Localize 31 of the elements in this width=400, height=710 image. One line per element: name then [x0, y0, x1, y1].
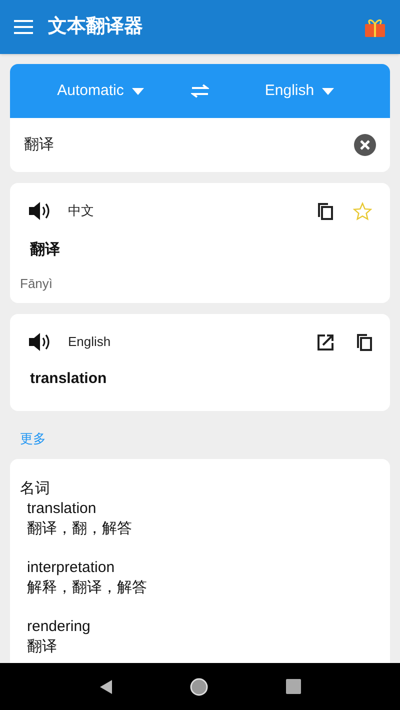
clear-icon[interactable] — [354, 134, 376, 156]
open-external-icon[interactable] — [317, 334, 334, 350]
language-label: 中文 — [68, 202, 94, 220]
source-language-dropdown[interactable]: Automatic — [10, 80, 191, 102]
caret-icon — [322, 88, 334, 94]
part-of-speech: 名词 — [20, 479, 51, 499]
source-text: 翻译 — [30, 240, 61, 260]
input-field[interactable]: 翻译 — [24, 134, 354, 156]
target-language-dropdown[interactable]: English — [209, 80, 390, 102]
copy-icon[interactable] — [317, 202, 333, 220]
translation-text: translation — [30, 369, 108, 389]
romanization-text: Fānyì — [20, 274, 54, 293]
app-title: 文本翻译器 — [48, 14, 143, 39]
word-meanings: 翻译 — [27, 637, 58, 657]
swap-icon[interactable] — [191, 84, 209, 98]
word-meanings: 翻译，翻，解答 — [27, 519, 133, 539]
speaker-icon[interactable] — [28, 201, 52, 221]
home-icon[interactable] — [190, 678, 208, 696]
star-icon[interactable] — [353, 202, 372, 220]
word-meanings: 解释，翻译，解答 — [27, 578, 148, 598]
dictionary-word: rendering — [27, 617, 92, 637]
dictionary-word: interpretation — [27, 558, 116, 578]
more-link[interactable]: 更多 — [20, 428, 390, 448]
dictionary-word: translation — [27, 499, 98, 519]
menu-icon[interactable] — [14, 19, 34, 35]
recents-icon[interactable] — [286, 679, 302, 694]
language-label: English — [68, 333, 111, 352]
caret-icon — [132, 88, 144, 94]
copy-icon[interactable] — [356, 333, 372, 351]
speaker-icon[interactable] — [28, 332, 52, 352]
back-icon[interactable] — [98, 678, 113, 694]
